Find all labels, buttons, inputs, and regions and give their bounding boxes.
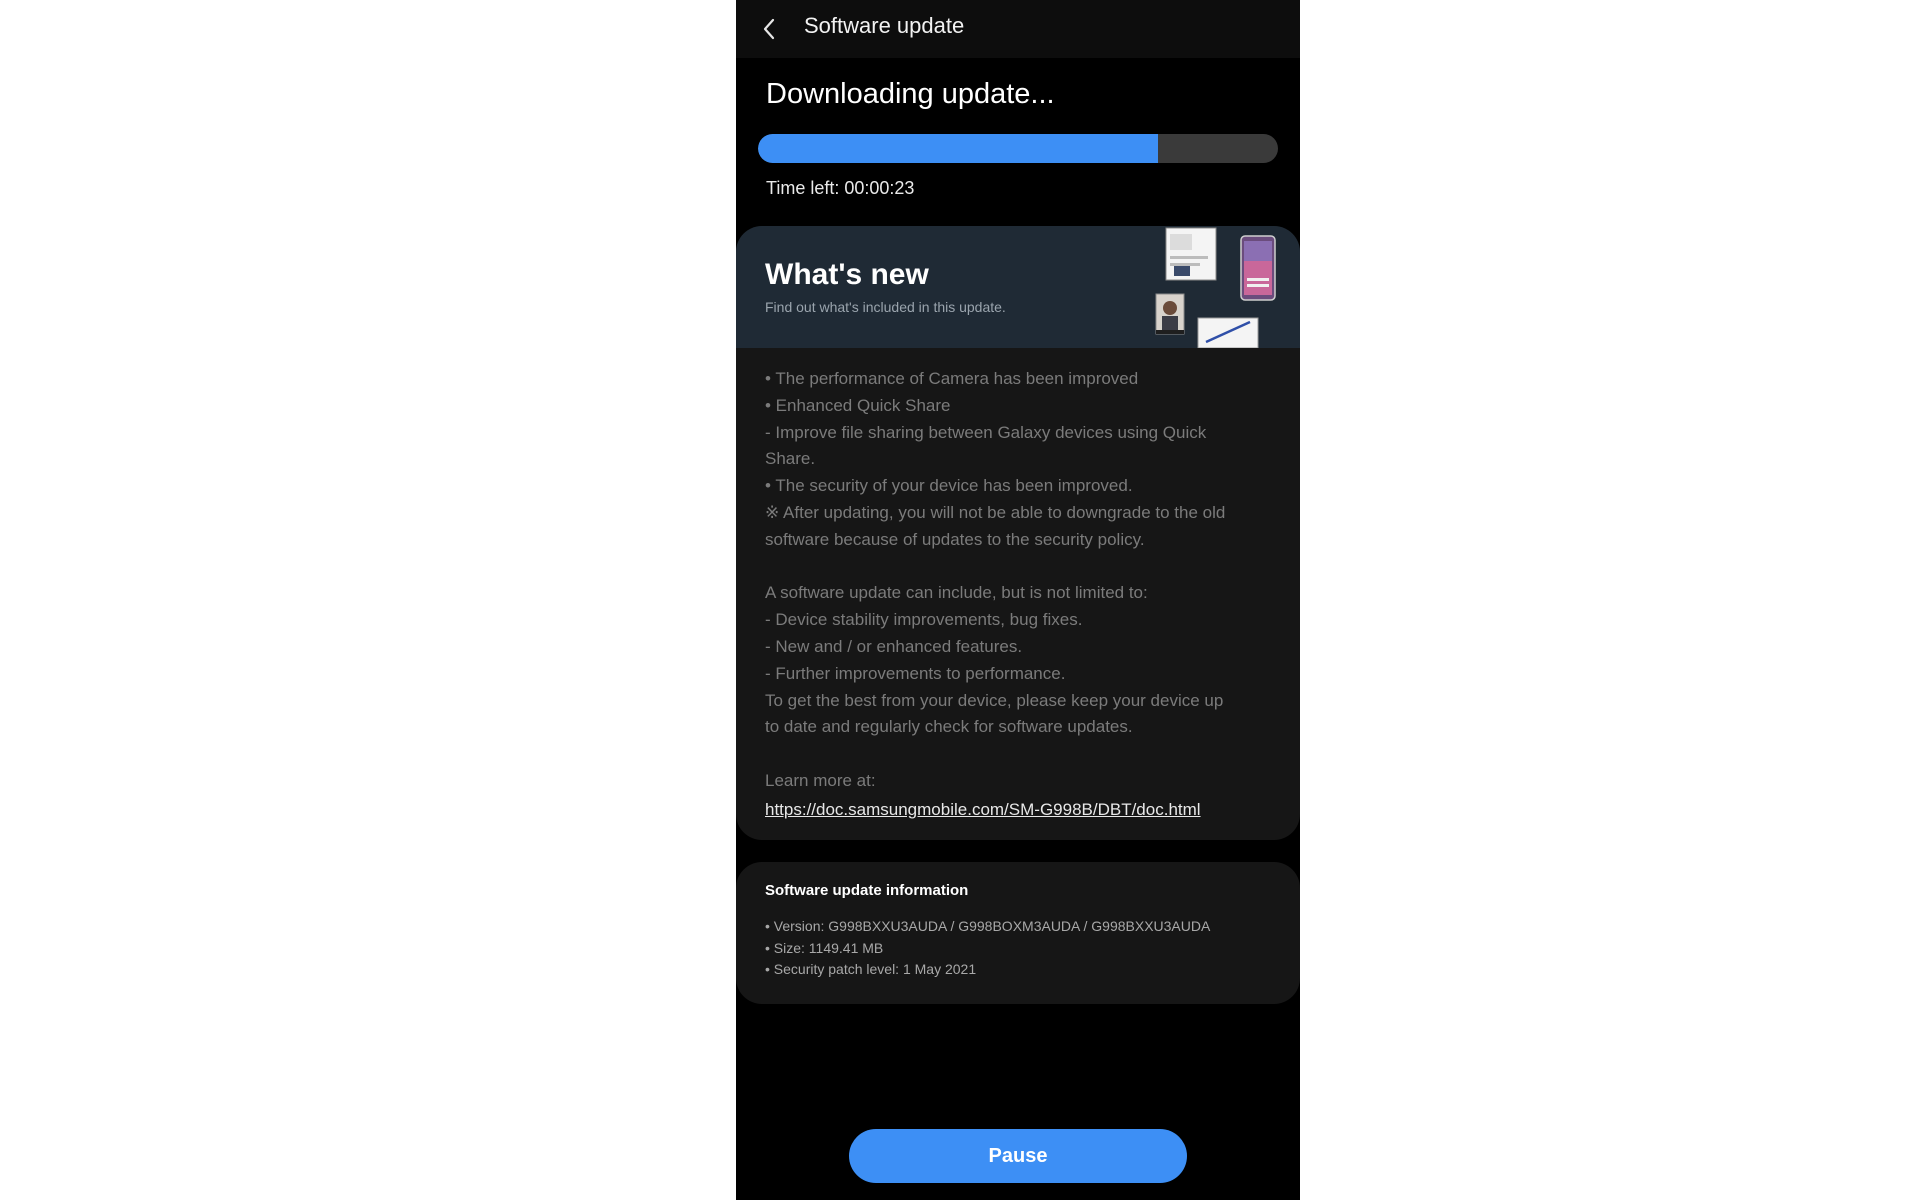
- release-note-line: • The security of your device has been i…: [765, 476, 1133, 496]
- release-note-line: ※ After updating, you will not be able t…: [765, 502, 1226, 522]
- learn-more-label: Learn more at:: [765, 770, 876, 790]
- whats-new-illustration: [1155, 227, 1276, 348]
- release-notes: • The performance of Camera has been imp…: [765, 366, 1275, 824]
- security-patch-info: • Security patch level: 1 May 2021: [765, 961, 977, 977]
- release-note-line: software because of updates to the secur…: [765, 529, 1145, 549]
- update-info-list: • Version: G998BXXU3AUDA / G998BOXM3AUDA…: [765, 916, 1210, 981]
- time-left-text: Time left: 00:00:23: [766, 178, 915, 198]
- release-note-line: To get the best from your device, please…: [765, 690, 1224, 710]
- chevron-left-icon: [763, 18, 775, 40]
- download-progress-bar: [758, 134, 1278, 163]
- top-app-bar: Software update: [736, 0, 1300, 58]
- release-note-line: • Enhanced Quick Share: [765, 395, 951, 415]
- learn-more-link[interactable]: https://doc.samsungmobile.com/SM-G998B/D…: [765, 797, 1201, 824]
- release-note-line: A software update can include, but is no…: [765, 583, 1148, 603]
- page: Software update Downloading update... Ti…: [0, 0, 1920, 1200]
- update-info-title: Software update information: [765, 882, 969, 899]
- download-status-title: Downloading update...: [766, 78, 1055, 110]
- release-note-spacer: [765, 741, 1275, 768]
- back-button[interactable]: [750, 9, 790, 49]
- whats-new-subtitle: Find out what's included in this update.: [765, 299, 1006, 315]
- release-note-line: Share.: [765, 449, 816, 469]
- download-progress-fill: [758, 134, 1159, 163]
- whats-new-card: What's new Find out what's included in t…: [736, 226, 1300, 840]
- update-info-card: Software update information • Version: G…: [736, 862, 1300, 1004]
- release-note-line: - Improve file sharing between Galaxy de…: [765, 422, 1207, 442]
- pause-button[interactable]: Pause: [849, 1129, 1187, 1183]
- release-note-line: to date and regularly check for software…: [765, 717, 1133, 737]
- release-note-spacer: [765, 554, 1275, 581]
- release-note-line: • The performance of Camera has been imp…: [765, 369, 1139, 388]
- release-note-line: - New and / or enhanced features.: [765, 636, 1023, 656]
- size-info: • Size: 1149.41 MB: [765, 939, 884, 956]
- release-note-line: - Device stability improvements, bug fix…: [765, 610, 1083, 630]
- whats-new-header: What's new Find out what's included in t…: [736, 226, 1300, 348]
- whats-new-title: What's new: [765, 258, 929, 291]
- release-note-line: - Further improvements to performance.: [765, 663, 1066, 683]
- version-info: • Version: G998BXXU3AUDA / G998BOXM3AUDA…: [765, 918, 1211, 934]
- page-title: Software update: [804, 13, 965, 38]
- phone-screen: Software update Downloading update... Ti…: [736, 0, 1300, 1200]
